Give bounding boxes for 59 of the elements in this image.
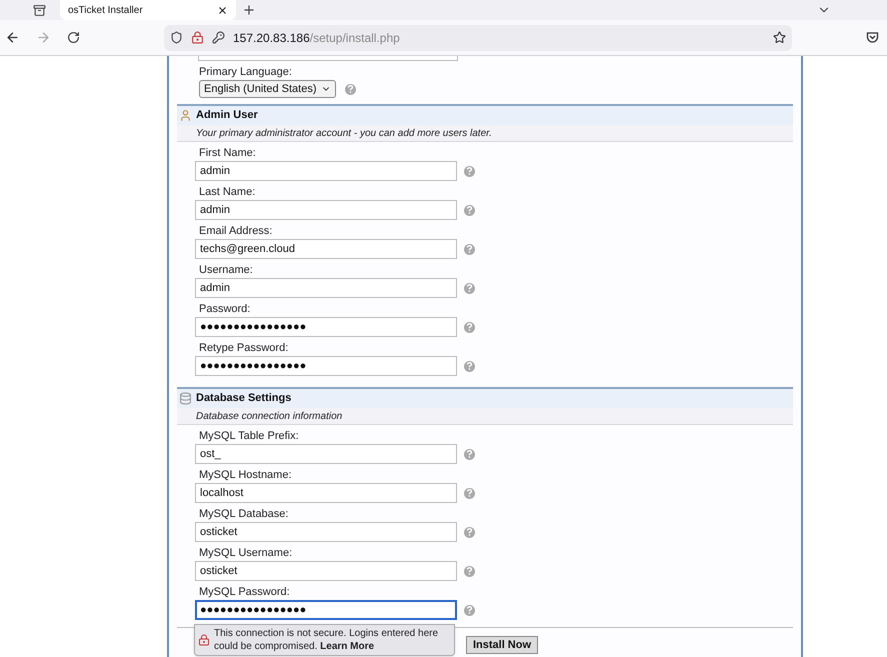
learn-more-link[interactable]: Learn More — [320, 641, 374, 652]
section-title: Database Settings — [196, 391, 292, 406]
help-icon[interactable] — [464, 322, 475, 332]
section-title: Admin User — [196, 108, 258, 124]
field-label: MySQL Username: — [198, 547, 294, 560]
input-field[interactable]: techs@green.cloud — [195, 239, 457, 259]
input-field[interactable] — [198, 56, 458, 61]
help-icon[interactable] — [464, 204, 475, 216]
help-icon[interactable] — [464, 526, 475, 538]
field-label: Retype Password: — [198, 342, 290, 355]
user-icon — [179, 109, 192, 122]
input-field[interactable]: ●●●●●●●●●●●●●●●● — [195, 600, 457, 620]
input-field[interactable]: localhost — [195, 483, 457, 503]
field-label: Last Name: — [198, 186, 256, 199]
section-description: Database connection information — [196, 410, 342, 424]
section-description: Your primary administrator account - you can add more users later. — [196, 126, 492, 140]
help-icon[interactable] — [344, 84, 356, 94]
field-label: MySQL Hostname: — [198, 469, 293, 482]
help-icon[interactable] — [464, 566, 475, 576]
help-icon[interactable] — [464, 244, 475, 254]
install-button[interactable]: Install Now — [466, 636, 538, 654]
insecure-lock-icon[interactable] — [191, 31, 204, 44]
field-label: MySQL Database: — [198, 508, 290, 521]
reload-icon[interactable] — [67, 31, 80, 44]
help-icon[interactable] — [464, 166, 475, 176]
input-field[interactable]: admin — [195, 278, 457, 298]
help-icon[interactable] — [464, 448, 475, 460]
database-icon — [179, 392, 192, 405]
new-tab-icon[interactable] — [242, 3, 256, 17]
input-field[interactable]: osticket — [195, 561, 457, 581]
back-icon[interactable] — [5, 30, 20, 45]
field-label: First Name: — [198, 147, 257, 160]
input-field[interactable]: ost_ — [195, 444, 457, 464]
field-label: Email Address: — [198, 225, 274, 238]
help-icon[interactable] — [464, 604, 475, 616]
key-icon[interactable] — [212, 31, 225, 44]
field-label: Username: — [198, 264, 254, 277]
help-icon[interactable] — [464, 282, 475, 294]
insecure-lock-icon — [198, 634, 210, 646]
address-bar[interactable]: 157.20.83.186/setup/install.php — [164, 24, 792, 50]
field-label: MySQL Table Prefix: — [198, 430, 300, 443]
bookmark-star-icon[interactable] — [773, 31, 786, 44]
input-field[interactable]: osticket — [195, 522, 457, 542]
field-label: MySQL Password: — [198, 586, 291, 599]
help-icon[interactable] — [464, 488, 475, 498]
forward-icon[interactable] — [36, 30, 51, 45]
input-field[interactable]: admin — [195, 161, 457, 181]
shield-icon[interactable] — [170, 31, 183, 44]
url-text: 157.20.83.186/setup/install.php — [233, 30, 400, 46]
close-icon[interactable] — [217, 4, 228, 16]
language-select[interactable]: English (United States) — [199, 80, 336, 98]
field-label: Password: — [198, 303, 252, 316]
input-field[interactable]: ●●●●●●●●●●●●●●●● — [195, 317, 457, 337]
browser-tab[interactable]: osTicket Installer — [60, 0, 236, 20]
input-field[interactable]: admin — [195, 200, 457, 220]
input-field[interactable]: ●●●●●●●●●●●●●●●● — [195, 356, 457, 376]
field-label: Primary Language: — [199, 66, 293, 79]
warning-text: This connection is not secure. Logins entered here could be compromised. Learn More — [214, 627, 440, 653]
help-icon[interactable] — [464, 360, 475, 372]
